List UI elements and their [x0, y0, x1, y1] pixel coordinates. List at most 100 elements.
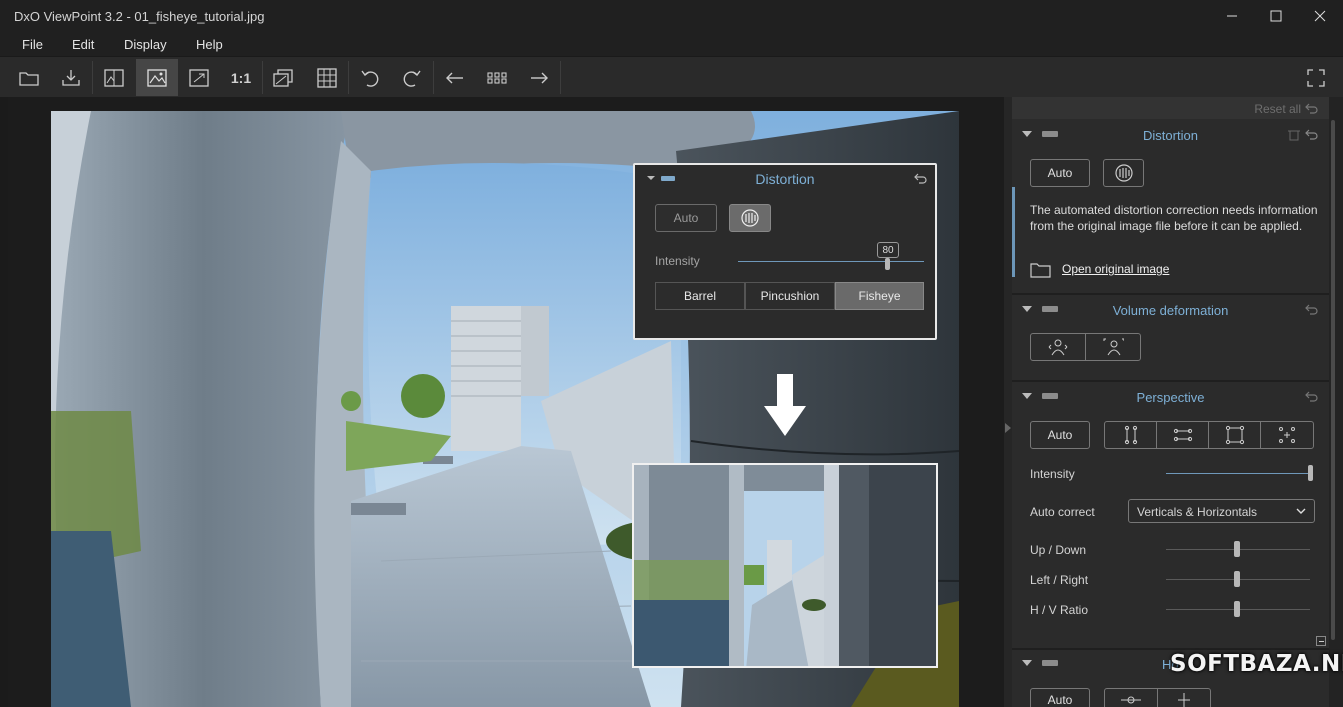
auto-correct-value: Verticals & Horizontals	[1137, 505, 1258, 519]
horizon-level-button[interactable]	[1104, 688, 1158, 707]
section-divider	[1012, 293, 1329, 295]
title-bar: DxO ViewPoint 3.2 - 01_fisheye_tutorial.…	[0, 0, 1343, 31]
perspective-reset-icon[interactable]	[1305, 390, 1319, 402]
segment-fisheye[interactable]: Fisheye	[835, 282, 924, 310]
menu-edit[interactable]: Edit	[72, 37, 94, 52]
window-title: DxO ViewPoint 3.2 - 01_fisheye_tutorial.…	[14, 9, 265, 24]
rectangle-points-icon	[1225, 425, 1244, 445]
person-cylindrical-icon	[1048, 339, 1068, 356]
before-after-button[interactable]	[93, 59, 135, 96]
compare-icon	[273, 68, 293, 87]
grid-button[interactable]	[306, 59, 348, 96]
distortion-waves-icon	[741, 209, 759, 227]
maximize-button[interactable]	[1254, 0, 1298, 31]
perspective-horizontal-button[interactable]	[1156, 421, 1209, 449]
watermark-text: SOFTBAZA.NET	[1170, 651, 1343, 677]
rotate-left-button[interactable]	[349, 59, 391, 96]
inset-intensity-slider[interactable]	[738, 261, 924, 262]
volume-spherical-button[interactable]	[1085, 333, 1141, 361]
distortion-reset-icon[interactable]	[1305, 128, 1319, 140]
left-right-knob[interactable]	[1234, 571, 1240, 587]
close-button[interactable]	[1298, 0, 1342, 31]
perspective-auto-button[interactable]: Auto	[1030, 421, 1090, 449]
perspective-section-title: Perspective	[1136, 390, 1205, 405]
reset-all-icon[interactable]	[1305, 102, 1319, 114]
up-down-label: Up / Down	[1030, 543, 1087, 557]
next-button[interactable]	[518, 59, 560, 96]
distortion-inset-panel: Distortion Auto Intensity 80 Barrel Pinc…	[633, 163, 937, 340]
export-icon	[62, 69, 80, 86]
segment-pincushion[interactable]: Pincushion	[745, 282, 835, 310]
next-auto-button[interactable]: Auto	[1030, 688, 1090, 707]
inset-manual-button[interactable]	[729, 204, 771, 232]
horizon-vertical-icon	[1178, 693, 1190, 707]
close-icon	[1314, 10, 1326, 21]
perspective-eight-point-button[interactable]	[1260, 421, 1314, 449]
next-section-collapse-caret[interactable]	[1022, 660, 1032, 666]
volume-reset-icon[interactable]	[1305, 303, 1319, 315]
perspective-vertical-button[interactable]	[1104, 421, 1157, 449]
menu-display[interactable]: Display	[124, 37, 167, 52]
image-view-icon	[147, 68, 167, 87]
perspective-intensity-label: Intensity	[1030, 467, 1075, 481]
reset-icon[interactable]	[914, 172, 928, 184]
distortion-manual-button[interactable]	[1103, 159, 1144, 187]
open-folder-icon	[19, 71, 39, 86]
fit-screen-icon	[189, 68, 209, 87]
up-down-knob[interactable]	[1234, 541, 1240, 557]
previous-icon	[446, 72, 463, 83]
open-original-image-link[interactable]: Open original image	[1062, 262, 1169, 276]
distortion-info-text: The automated distortion correction need…	[1030, 203, 1318, 233]
scroll-collapse-button[interactable]	[1316, 636, 1326, 646]
distortion-auto-button[interactable]: Auto	[1030, 159, 1090, 187]
previous-button[interactable]	[434, 59, 476, 96]
inset-intensity-label: Intensity	[655, 254, 700, 268]
auto-correct-dropdown[interactable]: Verticals & Horizontals	[1128, 499, 1315, 523]
fullscreen-button[interactable]	[1295, 59, 1337, 96]
perspective-intensity-knob[interactable]	[1308, 465, 1313, 481]
rotate-right-button[interactable]	[391, 59, 433, 96]
inset-intensity-value: 80	[877, 242, 899, 258]
perspective-rectangle-button[interactable]	[1208, 421, 1261, 449]
inset-title: Distortion	[755, 171, 815, 187]
auto-correct-label: Auto correct	[1030, 505, 1095, 519]
menu-help[interactable]: Help	[196, 37, 223, 52]
left-right-label: Left / Right	[1030, 573, 1089, 587]
panel-scrollbar-thumb[interactable]	[1331, 120, 1335, 640]
perspective-intensity-slider[interactable]	[1166, 473, 1312, 474]
minimize-button[interactable]	[1210, 0, 1254, 31]
trash-icon[interactable]	[1288, 128, 1300, 141]
before-after-icon	[104, 68, 124, 87]
reset-all-button[interactable]: Reset all	[1254, 102, 1301, 116]
section-divider	[1012, 648, 1329, 650]
toolbar: 1:1	[0, 56, 1343, 97]
compare-button[interactable]	[263, 59, 305, 96]
info-accent-bar	[1012, 187, 1015, 277]
fit-screen-button[interactable]	[178, 59, 220, 96]
one-to-one-button[interactable]: 1:1	[220, 59, 262, 96]
panel-collapse-handle[interactable]	[1004, 97, 1012, 707]
inset-intensity-knob[interactable]	[885, 258, 890, 270]
open-button[interactable]	[8, 59, 50, 96]
export-button[interactable]	[50, 59, 92, 96]
volume-cylindrical-button[interactable]	[1030, 333, 1086, 361]
hv-ratio-label: H / V Ratio	[1030, 603, 1089, 617]
inset-auto-button[interactable]: Auto	[655, 204, 717, 232]
filmstrip-button[interactable]	[476, 59, 518, 96]
hv-ratio-knob[interactable]	[1234, 601, 1240, 617]
corrected-preview-thumbnail	[632, 463, 938, 668]
eight-points-icon	[1279, 427, 1295, 443]
minimize-icon	[1227, 15, 1237, 16]
menu-file[interactable]: File	[22, 37, 43, 52]
next-section-enable-toggle[interactable]	[1042, 660, 1058, 666]
image-view-button[interactable]	[136, 59, 178, 96]
volume-section-title: Volume deformation	[1112, 303, 1229, 318]
open-folder-icon[interactable]	[1030, 261, 1052, 278]
distortion-waves-icon	[1114, 164, 1133, 182]
chevron-down-icon	[1296, 508, 1306, 514]
grid-icon	[317, 67, 337, 88]
corrected-photo-illustration	[634, 465, 936, 666]
rotate-right-icon	[403, 70, 421, 87]
segment-barrel[interactable]: Barrel	[655, 282, 745, 310]
one-to-one-icon: 1:1	[230, 69, 252, 86]
